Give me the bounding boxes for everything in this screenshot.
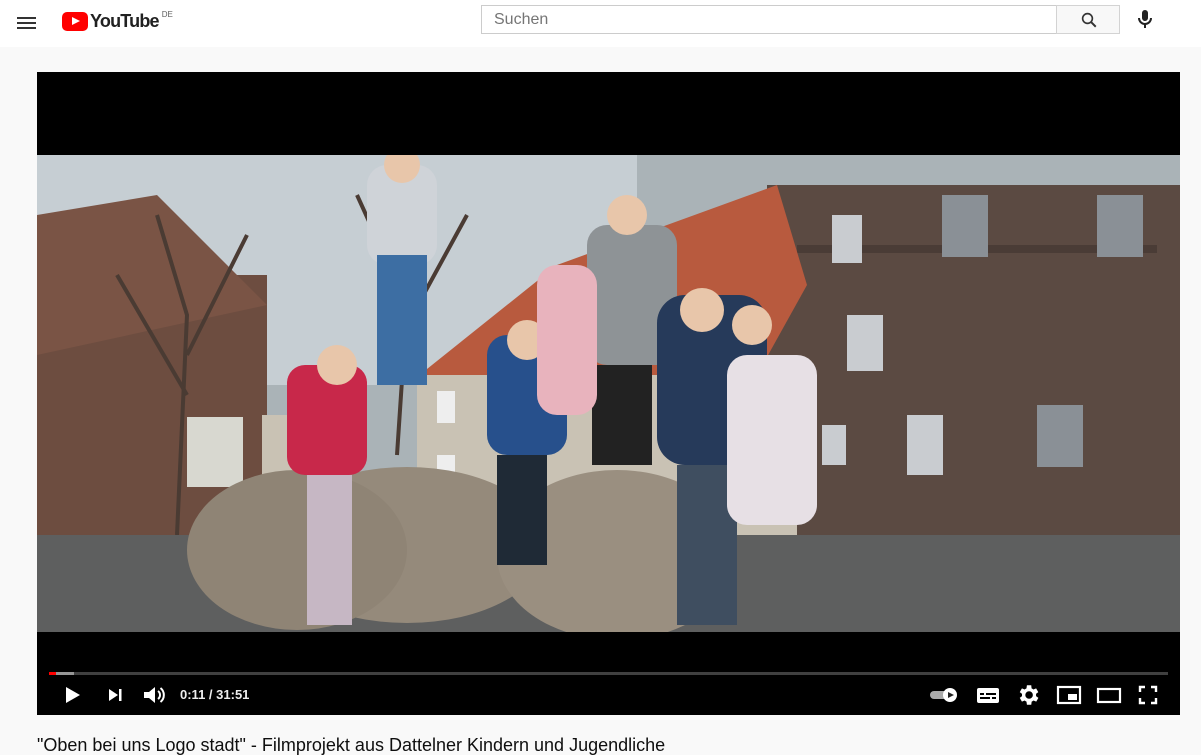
miniplayer-button[interactable] bbox=[1055, 682, 1083, 708]
masthead: YouTube DE bbox=[0, 0, 1201, 47]
video-thumbnail-scene bbox=[37, 155, 1180, 632]
theater-mode-button[interactable] bbox=[1095, 682, 1123, 708]
next-button[interactable] bbox=[102, 682, 128, 708]
time-separator: / bbox=[205, 687, 217, 702]
voice-search-button[interactable] bbox=[1133, 7, 1157, 31]
video-player[interactable]: 0:11 / 31:51 bbox=[37, 72, 1180, 715]
youtube-logo-icon bbox=[62, 12, 88, 31]
next-icon bbox=[109, 689, 122, 701]
fullscreen-button[interactable] bbox=[1135, 682, 1161, 708]
menu-icon[interactable] bbox=[15, 11, 39, 35]
volume-button[interactable] bbox=[140, 682, 170, 708]
autoplay-toggle-icon bbox=[930, 688, 957, 702]
play-button[interactable] bbox=[59, 682, 85, 708]
microphone-icon bbox=[1138, 10, 1152, 28]
logo-text: YouTube bbox=[90, 11, 160, 31]
video-title: "Oben bei uns Logo stadt" - Filmprojekt … bbox=[37, 735, 666, 755]
logo-region: DE bbox=[161, 10, 173, 19]
theater-mode-icon bbox=[1096, 687, 1122, 704]
youtube-logo[interactable]: YouTube DE bbox=[62, 10, 173, 36]
current-time: 0:11 bbox=[180, 687, 206, 702]
volume-icon bbox=[144, 687, 165, 703]
duration: 31:51 bbox=[216, 687, 250, 702]
settings-button[interactable] bbox=[1015, 682, 1041, 708]
search-input[interactable] bbox=[482, 6, 1056, 33]
progress-played bbox=[49, 672, 56, 675]
autoplay-toggle[interactable] bbox=[929, 682, 961, 708]
subtitles-icon bbox=[977, 688, 999, 703]
settings-icon bbox=[1019, 685, 1039, 705]
subtitles-button[interactable] bbox=[974, 682, 1002, 708]
fullscreen-icon bbox=[1138, 685, 1158, 705]
progress-bar[interactable] bbox=[49, 672, 1168, 675]
video-frame[interactable] bbox=[37, 155, 1180, 632]
search-icon bbox=[1081, 12, 1097, 28]
search-button[interactable] bbox=[1056, 5, 1120, 34]
search-box bbox=[481, 5, 1056, 34]
miniplayer-icon bbox=[1056, 685, 1082, 705]
play-icon bbox=[66, 687, 80, 703]
time-display: 0:11 / 31:51 bbox=[180, 687, 249, 702]
